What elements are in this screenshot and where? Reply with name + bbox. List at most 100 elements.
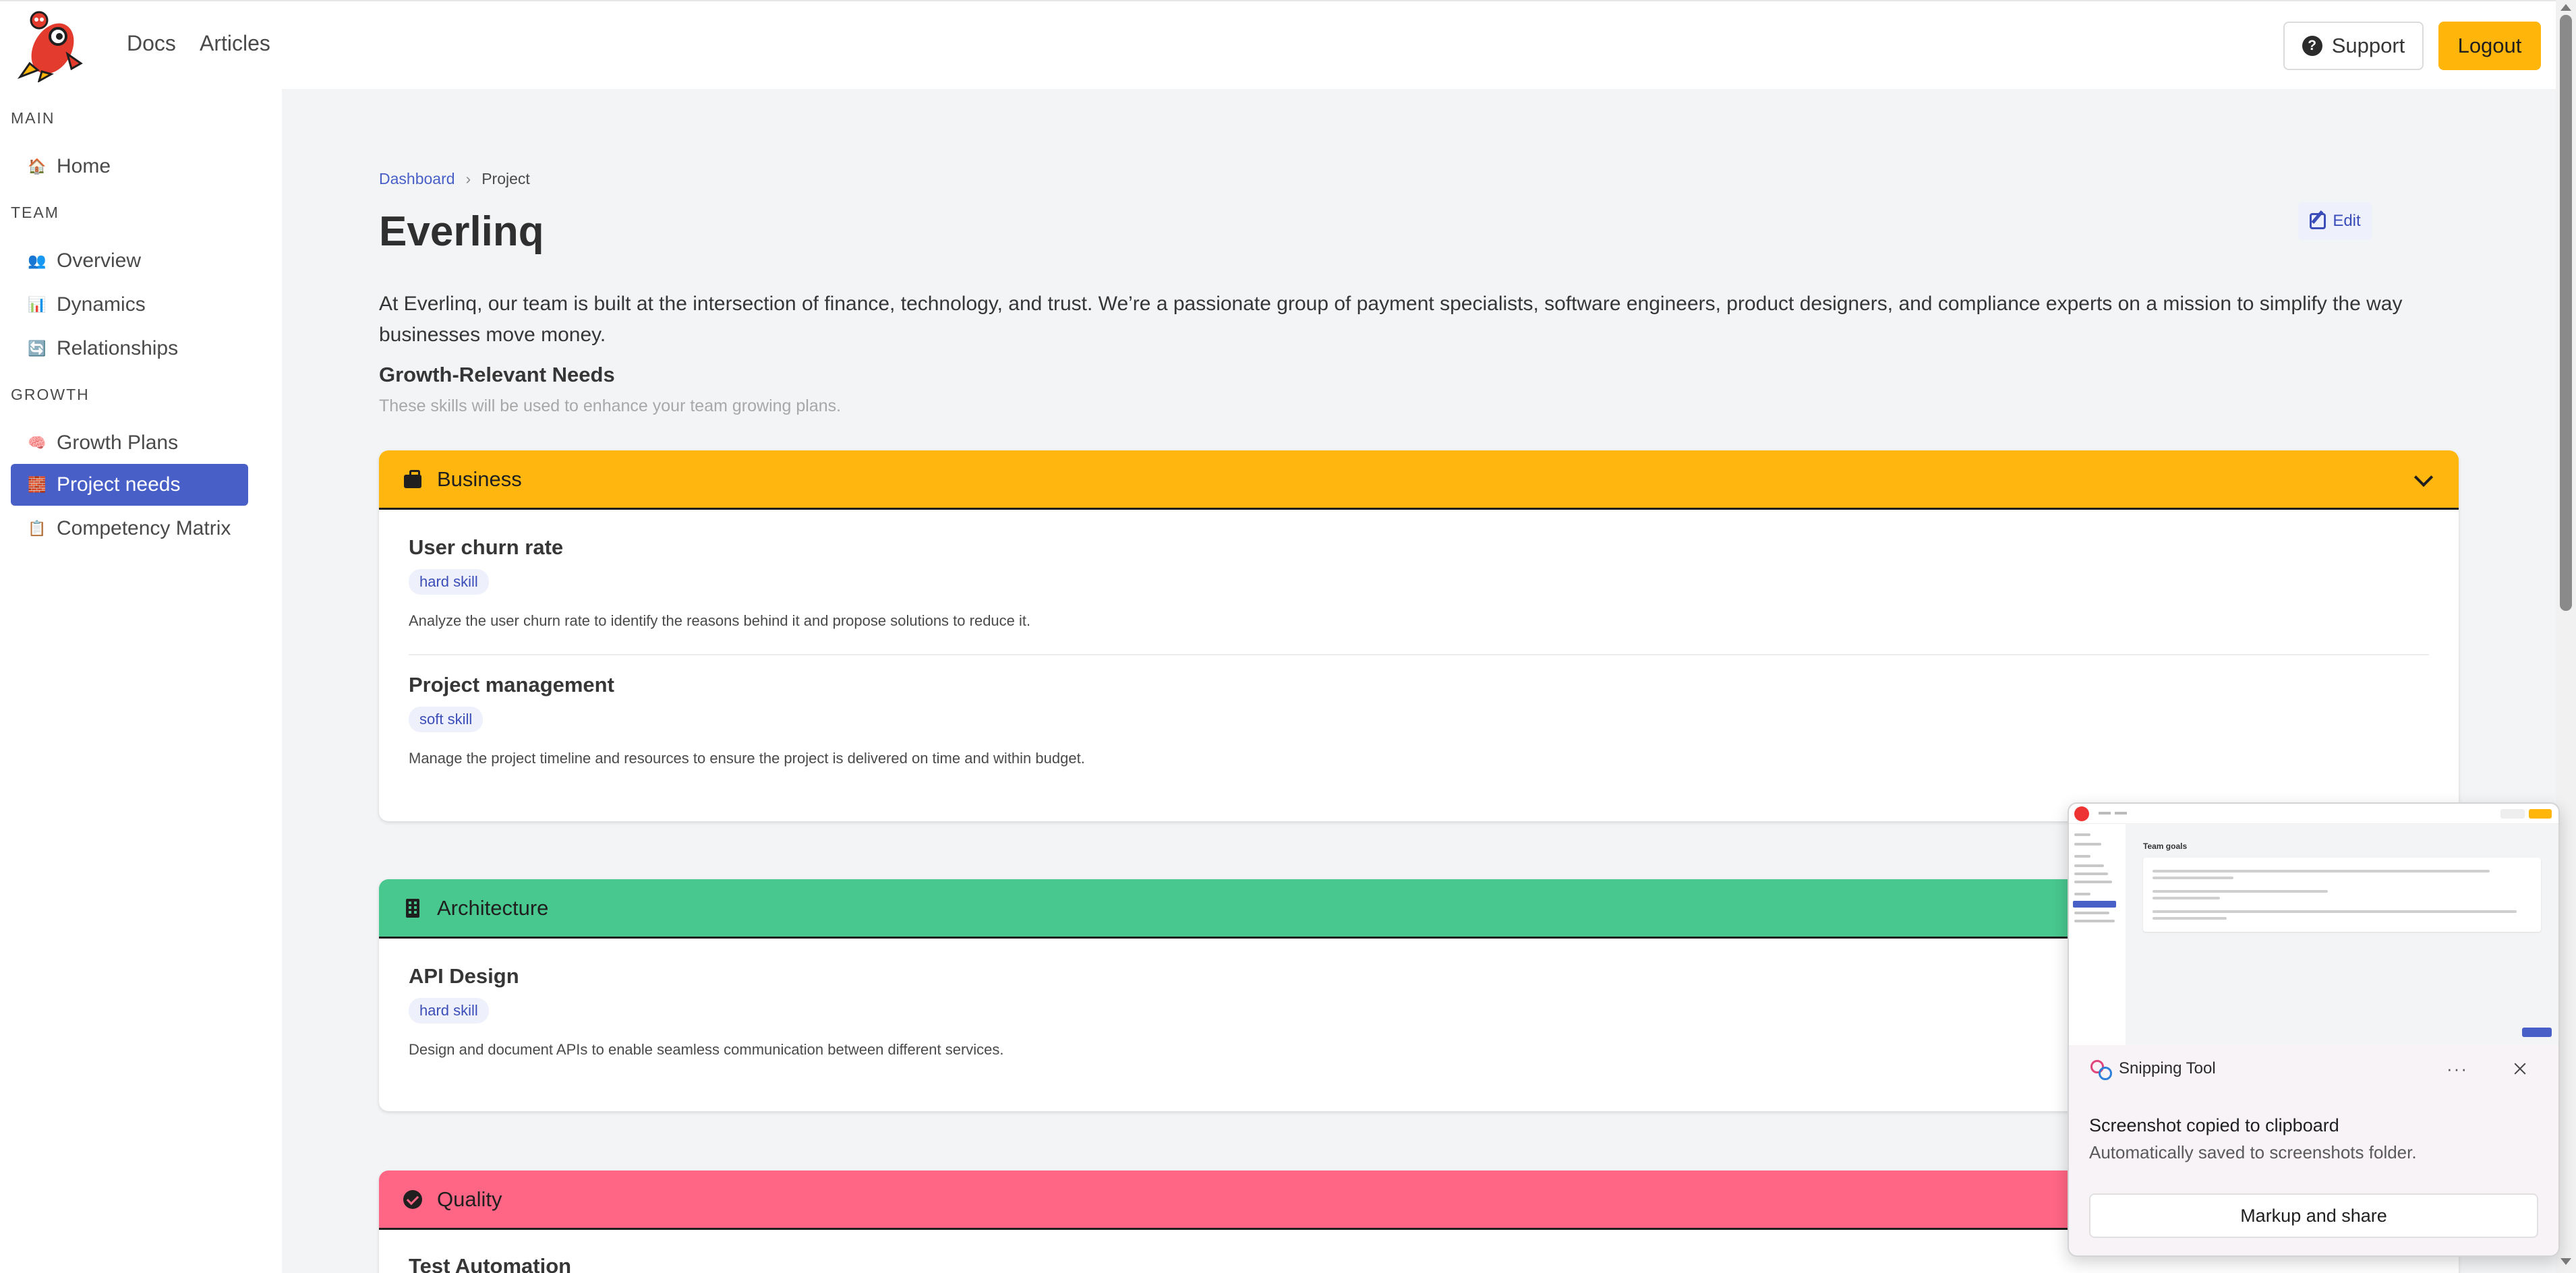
- category-title: Architecture: [437, 895, 549, 920]
- thumbnail-button: [2522, 1028, 2552, 1037]
- sidebar-item-relationships[interactable]: 🔄 Relationships: [11, 328, 248, 369]
- skill-item: User churn rate hard skill Analyze the u…: [409, 535, 1030, 630]
- thumbnail-main: Team goals: [2126, 824, 2558, 1045]
- sidebar: MAIN 🏠 Home TEAM 👥 Overview 📊 Dynamics 🔄…: [0, 89, 282, 1273]
- thumbnail-navbar: [2069, 804, 2558, 824]
- edit-icon: [2310, 213, 2326, 229]
- skill-description: Design and document APIs to enable seaml…: [409, 1041, 1004, 1058]
- skill-description: Manage the project timeline and resource…: [409, 750, 1085, 767]
- edit-button[interactable]: Edit: [2298, 202, 2372, 240]
- thumbnail-active-item: [2073, 901, 2116, 908]
- sidebar-item-overview[interactable]: 👥 Overview: [11, 240, 248, 282]
- nav-link-articles[interactable]: Articles: [200, 31, 270, 56]
- nav-link-docs[interactable]: Docs: [127, 31, 176, 56]
- thumbnail-nav-line: [2115, 812, 2127, 815]
- thumbnail-row: [2153, 890, 2328, 893]
- snipping-tool-notification[interactable]: Team goals Snipping Tool ··· Screenshot …: [2068, 802, 2560, 1257]
- rocket-logo-icon[interactable]: [15, 7, 90, 82]
- menu-label-team: TEAM: [11, 204, 59, 221]
- thumbnail-line: [2074, 864, 2104, 867]
- question-circle-icon: ?: [2302, 36, 2322, 56]
- sidebar-item-label: Project needs: [57, 473, 181, 496]
- thumbnail-line: [2074, 843, 2101, 846]
- building-icon: [403, 898, 422, 918]
- menu-label-growth: GROWTH: [11, 386, 90, 403]
- snipping-tool-app-name: Snipping Tool: [2119, 1059, 2216, 1077]
- screenshot-thumbnail[interactable]: Team goals: [2069, 804, 2558, 1045]
- edit-button-label: Edit: [2333, 212, 2361, 230]
- skill-tag: hard skill: [409, 998, 489, 1024]
- thumbnail-sidebar: [2069, 824, 2126, 1045]
- briefcase-icon: [403, 469, 422, 489]
- snipping-tool-header: Snipping Tool: [2089, 1059, 2216, 1080]
- skill-title: Project management: [409, 673, 614, 697]
- people-icon: 👥: [28, 252, 47, 269]
- close-icon[interactable]: [2510, 1059, 2530, 1079]
- thumbnail-nav-line: [2099, 812, 2111, 815]
- sidebar-item-label: Growth Plans: [57, 432, 179, 454]
- sidebar-item-home[interactable]: 🏠 Home: [11, 146, 248, 187]
- support-button[interactable]: ? Support: [2283, 22, 2424, 70]
- thumbnail-card: [2143, 858, 2541, 932]
- scrollbar-thumb[interactable]: [2560, 15, 2572, 611]
- thumbnail-row: [2153, 910, 2517, 913]
- skill-description: Analyze the user churn rate to identify …: [409, 612, 1031, 629]
- thumbnail-logout-shape: [2529, 809, 2552, 819]
- thumbnail-line: [2074, 881, 2112, 883]
- snipping-tool-submessage: Automatically saved to screenshots folde…: [2089, 1142, 2417, 1162]
- skill-item: API Design hard skill Design and documen…: [409, 964, 1004, 1059]
- breadcrumb-current: Project: [481, 170, 530, 187]
- thumbnail-support-shape: [2500, 809, 2525, 819]
- skill-tag: soft skill: [409, 707, 484, 732]
- needs-heading: Growth-Relevant Needs: [379, 363, 615, 386]
- team-description: At Everlinq, our team is built at the in…: [379, 293, 2403, 346]
- menu-label-main: MAIN: [11, 109, 55, 127]
- sidebar-item-dynamics[interactable]: 📊 Dynamics: [11, 284, 248, 326]
- skill-divider: [409, 654, 2429, 655]
- breadcrumb-dashboard[interactable]: Dashboard: [379, 170, 455, 188]
- more-options-icon[interactable]: ···: [2447, 1059, 2468, 1079]
- skill-title: API Design: [409, 964, 519, 988]
- top-navbar: Docs Articles ? Support Logout: [0, 0, 2556, 89]
- sidebar-item-label: Relationships: [57, 337, 179, 359]
- check-circle-icon: [403, 1189, 422, 1209]
- thumbnail-line: [2074, 912, 2109, 914]
- sidebar-item-label: Overview: [57, 249, 142, 272]
- skill-item: Test Automation: [409, 1254, 571, 1273]
- page-title: Everlinq: [379, 208, 544, 255]
- thumbnail-title: Team goals: [2143, 841, 2188, 851]
- thumbnail-line: [2074, 893, 2090, 895]
- house-icon: 🏠: [28, 158, 47, 175]
- sidebar-item-competency-matrix[interactable]: 📋 Competency Matrix: [11, 508, 248, 550]
- thumbnail-row: [2153, 897, 2220, 899]
- sidebar-item-label: Competency Matrix: [57, 517, 231, 539]
- logout-button[interactable]: Logout: [2438, 22, 2541, 70]
- thumbnail-row: [2153, 870, 2490, 872]
- bricks-icon: 🧱: [28, 476, 47, 493]
- snipping-tool-message: Screenshot copied to clipboard: [2089, 1115, 2339, 1135]
- thumbnail-line: [2074, 872, 2108, 875]
- category-header-business[interactable]: Business: [379, 450, 2459, 510]
- skill-title: Test Automation: [409, 1254, 572, 1273]
- scroll-down-arrow-icon[interactable]: [2560, 1258, 2571, 1265]
- markup-and-share-button[interactable]: Markup and share: [2089, 1193, 2538, 1238]
- scroll-up-arrow-icon[interactable]: [2560, 4, 2571, 11]
- needs-subtitle: These skills will be used to enhance you…: [379, 396, 842, 415]
- sidebar-item-growth-plans[interactable]: 🧠 Growth Plans: [11, 422, 248, 464]
- snipping-tool-icon: [2089, 1059, 2112, 1080]
- breadcrumb-separator: ›: [465, 170, 471, 187]
- thumbnail-line: [2074, 920, 2115, 922]
- breadcrumb: Dashboard › Project: [379, 170, 530, 188]
- thumbnail-line: [2074, 833, 2090, 836]
- category-card-business: Business User churn rate hard skill Anal…: [379, 450, 2459, 821]
- skill-tag: hard skill: [409, 569, 489, 595]
- thumbnail-row: [2153, 877, 2233, 879]
- sidebar-item-project-needs[interactable]: 🧱 Project needs: [11, 464, 248, 506]
- bar-chart-icon: 📊: [28, 296, 47, 313]
- thumbnail-row: [2153, 917, 2227, 920]
- chevron-down-icon[interactable]: [2413, 467, 2434, 487]
- sidebar-item-label: Dynamics: [57, 293, 146, 316]
- brain-icon: 🧠: [28, 434, 47, 451]
- sidebar-item-label: Home: [57, 155, 111, 177]
- thumbnail-logo-icon: [2074, 806, 2089, 821]
